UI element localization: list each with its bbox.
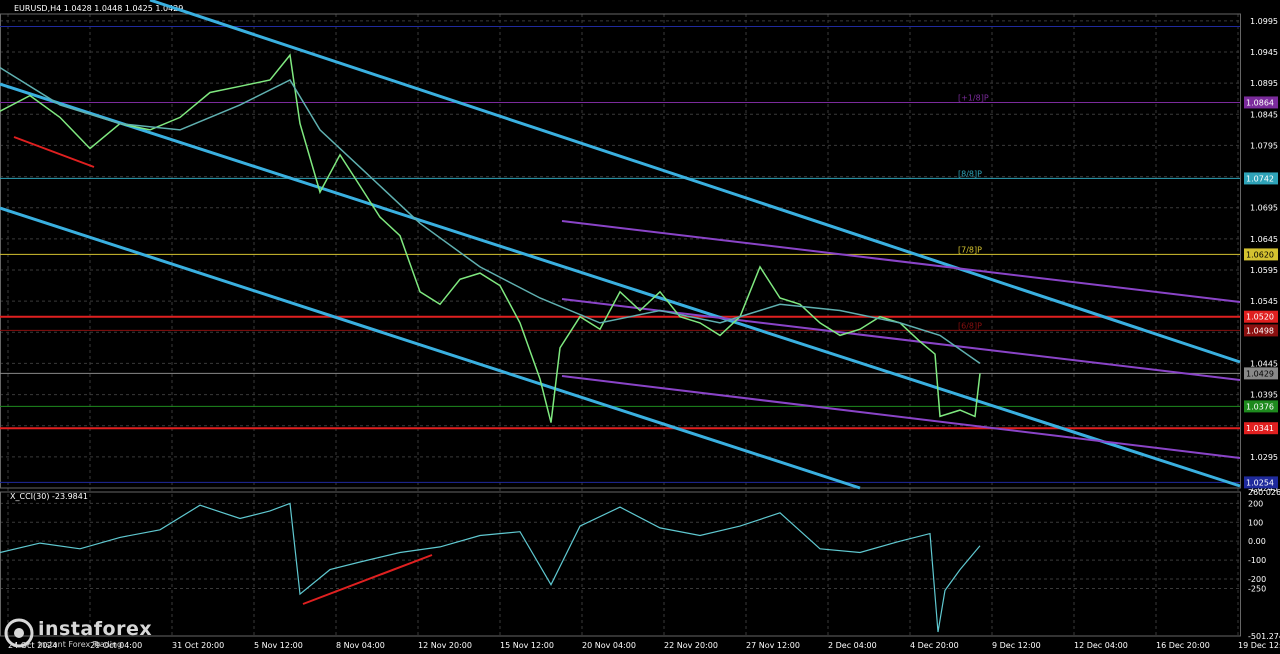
trend-channels[interactable]: [0, 0, 1241, 490]
level-label: [+1/8]P: [958, 93, 989, 102]
price-tick-label: 1.0845: [1250, 110, 1278, 119]
time-label: 9 Dec 12:00: [992, 641, 1041, 650]
cci-tick-label: 0.00: [1248, 537, 1266, 546]
price-badge-label: 1.0498: [1246, 326, 1274, 335]
price-badge-label: 1.0742: [1246, 174, 1274, 183]
channel-lower: [0, 206, 861, 490]
time-axis: 24 Oct 2024 29 Oct 04:00 31 Oct 20:00 5 Nov…: [8, 641, 1280, 650]
price-badge-label: 1.0864: [1246, 98, 1274, 107]
price-tick-label: 1.0695: [1250, 204, 1278, 213]
price-tick-label: 1.0295: [1250, 453, 1278, 462]
price-tick-label: 1.0645: [1250, 235, 1278, 244]
logo-icon: [4, 618, 34, 648]
price-tick-label: 1.0545: [1250, 297, 1278, 306]
price-badge-label: 1.0254: [1246, 478, 1274, 487]
time-label: 22 Nov 20:00: [664, 641, 718, 650]
murray-levels: [+1/8]P [8/8]P [7/8]P [6/8]P: [0, 25, 1240, 483]
level-label: [6/8]P: [958, 321, 982, 330]
time-label: 31 Oct 20:00: [172, 641, 224, 650]
price-tick-label: 1.0895: [1250, 79, 1278, 88]
time-label: 5 Nov 12:00: [254, 641, 303, 650]
price-badge-label: 1.0520: [1246, 313, 1274, 322]
price-tick-label: 1.0995: [1250, 17, 1278, 26]
cci-tick-label: 100: [1248, 518, 1263, 527]
level-label: [8/8]P: [958, 169, 982, 178]
price-badge-label: 1.0620: [1246, 250, 1274, 259]
cci-tick-label: 200: [1248, 499, 1263, 508]
time-label: 12 Dec 04:00: [1074, 641, 1128, 650]
price-badge-label: 1.0429: [1246, 369, 1274, 378]
main-panel-border: [0, 13, 1241, 489]
time-label: 12 Nov 20:00: [418, 641, 472, 650]
instaforex-logo: instaforex Instant Forex Trading: [4, 618, 160, 652]
cci-tick-label: -250: [1248, 584, 1266, 593]
price-tick-label: 1.0395: [1250, 391, 1278, 400]
time-label: 16 Dec 20:00: [1156, 641, 1210, 650]
price-chart[interactable]: [+1/8]P[8/8]P[7/8]P[6/8]P 1.02451.02951.…: [0, 0, 1280, 654]
time-label: 15 Nov 12:00: [500, 641, 554, 650]
divergence-line-cci: [302, 554, 433, 605]
cci-tick-label: 260.0265: [1248, 488, 1280, 497]
price-axis: 1.02451.02951.03451.03951.04451.04951.05…: [1244, 17, 1278, 493]
divergence-line-main: [13, 136, 95, 168]
price-tick-label: 1.0595: [1250, 266, 1278, 275]
price-tick-label: 1.0945: [1250, 48, 1278, 57]
level-label: [7/8]P: [958, 245, 982, 254]
logo-name: instaforex: [38, 618, 153, 640]
price-tick-label: 1.0795: [1250, 141, 1278, 150]
time-label: 4 Dec 20:00: [910, 641, 959, 650]
cci-tick-label: -501.274: [1248, 632, 1280, 641]
price-tick-label: 1.0445: [1250, 359, 1278, 368]
cci-panel: 260.0265 200 100 0.00 -100 -200-250 -501.274: [0, 488, 1280, 641]
cci-tick-label: -200: [1248, 575, 1266, 584]
time-label: 20 Nov 04:00: [582, 641, 636, 650]
price-badge-label: 1.0376: [1246, 402, 1274, 411]
time-label: 2 Dec 04:00: [828, 641, 877, 650]
time-label: 8 Nov 04:00: [336, 641, 385, 650]
time-label: 27 Nov 12:00: [746, 641, 800, 650]
logo-tagline: Instant Forex Trading: [38, 640, 123, 649]
cci-tick-label: -100: [1248, 556, 1266, 565]
grid: [0, 13, 1241, 637]
channel-upper: [149, 0, 1241, 364]
price-badge-label: 1.0341: [1246, 424, 1274, 433]
time-label: 19 Dec 12:00: [1238, 641, 1280, 650]
